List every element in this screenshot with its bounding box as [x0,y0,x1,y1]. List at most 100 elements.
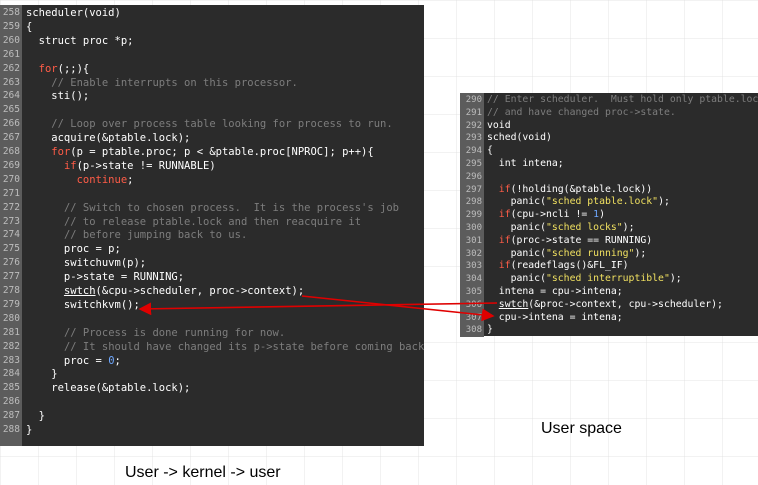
code-text: int intena; [487,158,564,171]
code-text: // to release ptable.lock and then reacq… [26,215,361,229]
code-token: (&cpu->scheduler, proc->context); [95,285,305,297]
line-number: 288 [0,423,22,437]
code-token: "sched running" [545,247,635,259]
code-token: panic( [487,247,546,259]
code-token: // Enter scheduler. Must hold only ptabl… [487,94,758,105]
code-token: ); [658,196,670,208]
code-token: (proc->state == RUNNING) [510,234,653,246]
code-text: } [26,367,58,381]
code-token: if [498,209,511,221]
code-token: (readeflags()&FL_IF) [510,260,629,272]
code-token: // Loop over process table looking for p… [51,118,393,131]
line-number: 300 [460,222,484,235]
code-token: (!holding(&ptable.lock)) [510,183,653,195]
code-text: sched(void) [487,132,552,145]
code-token: release(&ptable.lock); [26,382,191,395]
code-line: 264 sti(); [0,89,424,104]
code-text: if(cpu->ncli != 1) [487,209,605,222]
code-line: 296 [460,170,758,184]
code-token: switchuvm(p); [26,257,147,270]
code-text: panic("sched interruptible"); [487,273,682,286]
code-token: // to release ptable.lock and then reacq… [63,215,362,228]
code-line: 270 continue; [0,172,424,187]
code-line: 305 intena = cpu->intena; [460,286,758,299]
code-text: } [26,409,45,423]
code-line: 266 // Loop over process table looking f… [0,117,424,132]
code-text: // before jumping back to us. [26,228,247,242]
line-number: 282 [0,339,22,354]
code-token: if [498,234,511,246]
code-line: 295 int intena; [460,158,758,171]
code-text: for(;;){ [26,62,90,76]
code-line: 269 if(p->state != RUNNABLE) [0,158,424,173]
code-line: 262 for(;;){ [0,61,424,76]
code-token: "sched locks" [545,222,623,233]
code-token: struct proc *p; [26,34,134,47]
code-token: // before jumping back to us. [63,229,248,242]
code-text: if(p->state != RUNNABLE) [26,159,216,173]
code-text: if(proc->state == RUNNING) [487,235,652,248]
line-number: 305 [460,286,484,299]
code-line: 303 if(readeflags()&FL_IF) [460,260,758,274]
code-text: swtch(&cpu->scheduler, proc->context); [26,284,304,298]
line-number: 293 [460,132,484,146]
code-text: if(!holding(&ptable.lock)) [487,184,652,197]
code-line: 258 scheduler(void) [0,6,424,20]
code-text: switchuvm(p); [26,256,146,270]
code-line: 284 } [0,367,424,382]
code-line: 280 [0,311,424,326]
code-text: switchkvm(); [26,298,140,312]
code-text: cpu->intena = intena; [487,312,623,325]
code-line: 279 switchkvm(); [0,297,424,312]
line-number: 267 [0,131,22,146]
code-line: 260 struct proc *p; [0,33,424,48]
line-number: 297 [460,183,484,197]
code-token: ); [669,273,682,285]
line-number: 274 [0,228,22,243]
code-text: } [26,423,32,437]
code-line: 273 // to release ptable.lock and then r… [0,214,424,229]
code-line: 282 // It should have changed its p->sta… [0,339,424,354]
line-number: 263 [0,75,22,90]
line-number: 304 [460,273,484,286]
code-line: 308} [460,324,758,338]
line-number: 265 [0,103,22,118]
code-text: // Enable interrupts on this processor. [26,76,298,90]
code-token: // It should have changed its p->state b… [63,340,424,353]
code-line: 287 } [0,409,424,424]
line-number: 278 [0,284,22,298]
line-number: 299 [460,209,484,222]
code-text: // Loop over process table looking for p… [26,117,393,131]
code-text: for(p = ptable.proc; p < &ptable.proc[NP… [26,145,373,159]
code-line: 306 swtch(&proc->context, cpu->scheduler… [460,298,758,312]
code-token: } [487,324,493,336]
code-text: continue; [26,173,134,187]
code-line: 276 switchuvm(p); [0,256,424,271]
line-number: 306 [460,298,484,312]
code-token: } [26,410,45,423]
code-token: panic( [487,196,546,208]
code-token: { [26,20,33,33]
code-token: if [63,159,77,172]
code-text: // Switch to chosen process. It is the p… [26,201,399,215]
line-number: 303 [460,260,484,274]
line-number: 261 [0,47,22,62]
code-line: 278 swtch(&cpu->scheduler, proc->context… [0,284,424,298]
code-token: sched(void) [487,132,552,144]
code-token: } [26,368,58,381]
code-text: proc = p; [26,242,121,256]
code-line: 259 { [0,19,424,34]
line-number: 296 [460,170,484,184]
code-line: 294{ [460,145,758,158]
code-token: void [487,119,511,131]
code-line: 261 [0,47,424,62]
